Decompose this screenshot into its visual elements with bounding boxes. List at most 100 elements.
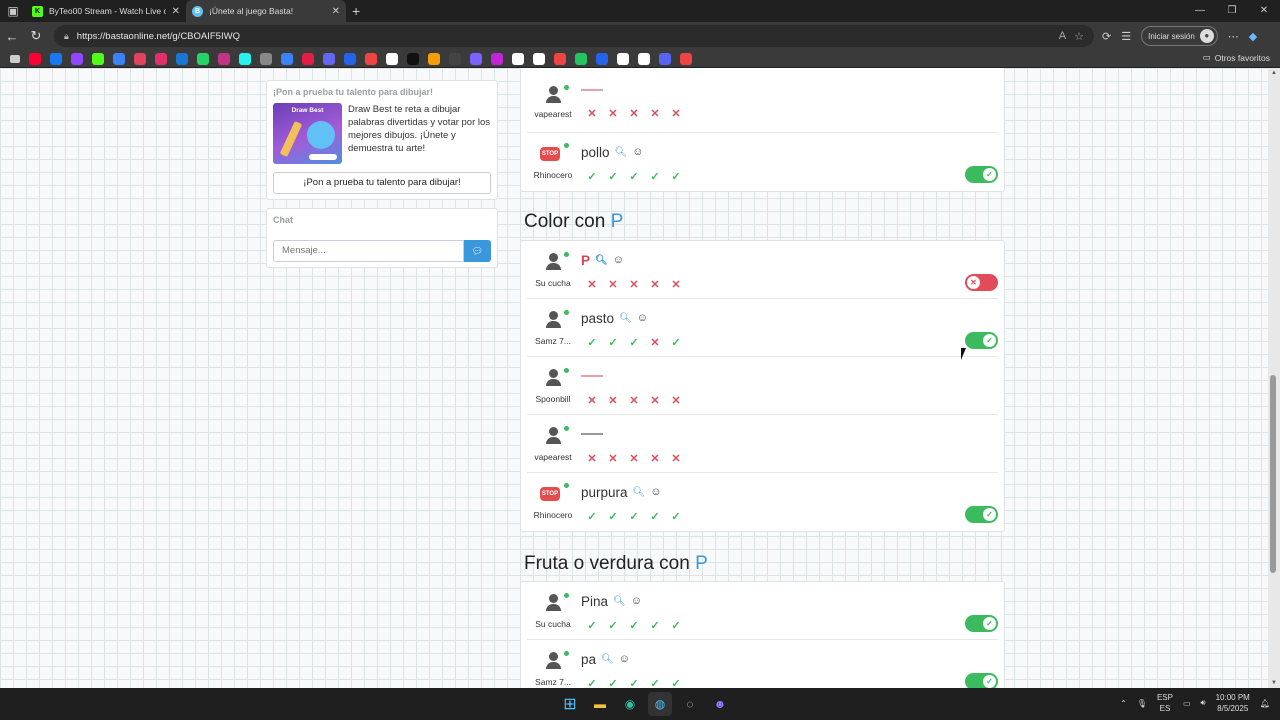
bookmark-icon[interactable] [512, 52, 524, 65]
bookmark-icon[interactable] [491, 52, 503, 65]
bookmark-icon[interactable] [218, 52, 230, 65]
favorites-icon[interactable]: ☰ [1121, 30, 1131, 43]
bookmark-icon[interactable] [407, 52, 419, 65]
bookmark-icon[interactable] [71, 52, 83, 65]
bookmark-icon[interactable] [449, 52, 461, 65]
close-window-icon[interactable]: ✕ [1248, 0, 1280, 22]
more-menu-icon[interactable]: ⋯ [1228, 30, 1239, 43]
close-tab-icon[interactable]: ✕ [172, 6, 180, 17]
react-emoji-icon[interactable]: ☺ [613, 254, 624, 266]
scroll-up-icon[interactable]: ▲ [1268, 70, 1280, 76]
promo-button[interactable]: ¡Pon a prueba tu talento para dibujar! [273, 172, 491, 194]
search-icon[interactable]: 🔍︎ [619, 313, 632, 324]
other-favorites-button[interactable]: ▭ Otros favoritos [1203, 52, 1270, 63]
page-scrollbar[interactable]: ▲ ▼ [1268, 68, 1280, 688]
search-icon[interactable]: 🔍︎ [601, 654, 614, 665]
bookmark-icon[interactable] [323, 52, 335, 65]
bookmark-icon[interactable] [281, 52, 293, 65]
search-icon[interactable]: 🔍︎ [633, 487, 646, 498]
vote-toggle[interactable]: ✓ [965, 506, 998, 523]
notifications-icon[interactable]: 🔔︎ [1260, 699, 1270, 708]
bookmark-icon[interactable] [29, 52, 41, 65]
send-message-button[interactable]: 💬︎ [464, 240, 491, 262]
search-icon[interactable]: 🔍︎ [613, 596, 626, 607]
language-indicator[interactable]: ESP ES [1157, 692, 1173, 714]
bookmark-icon[interactable] [197, 52, 209, 65]
scrollbar-thumb[interactable] [1270, 375, 1276, 573]
bookmark-icon[interactable] [680, 52, 692, 65]
vote-toggle[interactable]: ✓ [965, 332, 998, 349]
bookmark-icon[interactable] [596, 52, 608, 65]
sign-in-button[interactable]: Iniciar sesión ● [1141, 26, 1218, 46]
back-icon[interactable]: ← [0, 29, 24, 44]
bookmark-icon[interactable] [470, 52, 482, 65]
player-name: vapearest [534, 109, 572, 119]
bookmark-icon[interactable] [260, 52, 272, 65]
read-aloud-icon[interactable]: A [1059, 30, 1066, 42]
bookmark-icon[interactable] [638, 52, 650, 65]
start-icon[interactable]: ⊞ [558, 692, 582, 716]
tray-overflow-icon[interactable]: ⌃ [1120, 699, 1127, 708]
react-emoji-icon[interactable]: ☺ [632, 146, 643, 158]
address-field[interactable]: 🔒︎ https://bastaonline.net/g/CBOAIF5IWQ … [54, 25, 1094, 47]
bookmark-icon[interactable] [386, 52, 398, 65]
bookmark-icon[interactable] [659, 52, 671, 65]
bookmark-folder-icon[interactable] [10, 54, 20, 63]
edge-icon[interactable]: ◉ [618, 692, 642, 716]
search-icon[interactable]: 🔍︎ [595, 255, 608, 266]
bookmark-icon[interactable] [113, 52, 125, 65]
microphone-icon[interactable]: 🎙︎ [1137, 699, 1147, 708]
bookmark-icon[interactable] [365, 52, 377, 65]
bookmark-icon[interactable] [92, 52, 104, 65]
volume-icon[interactable]: 🔊︎ [1201, 698, 1206, 708]
vote-toggle[interactable]: ✕ [965, 274, 998, 291]
site-info-icon[interactable]: 🔒︎ [64, 31, 69, 42]
search-icon[interactable]: 🔍︎ [615, 147, 628, 158]
scroll-down-icon[interactable]: ▼ [1268, 680, 1280, 686]
obs-icon[interactable]: ◌ [678, 692, 702, 716]
bookmark-icon[interactable] [50, 52, 62, 65]
favorite-star-icon[interactable]: ☆ [1074, 30, 1084, 43]
user-avatar-icon [544, 426, 569, 446]
bookmark-icon[interactable] [302, 52, 314, 65]
cross-vote-icon: ✕ [587, 108, 597, 120]
new-tab-icon[interactable]: + [352, 3, 360, 19]
vote-toggle[interactable]: ✓ [965, 615, 998, 632]
bookmark-icon[interactable] [554, 52, 566, 65]
tab-basta[interactable]: B ¡Únete al juego Basta! ✕ [186, 0, 346, 22]
network-icon[interactable]: ▭ [1183, 699, 1191, 708]
clock[interactable]: 10:00 PM 8/5/2025 [1216, 692, 1250, 714]
bookmark-icon[interactable] [617, 52, 629, 65]
copilot-icon[interactable]: ◆ [1249, 30, 1257, 43]
cross-vote-icon: ✕ [587, 279, 597, 291]
chat-message-input[interactable] [273, 240, 464, 262]
vote-toggle[interactable]: ✓ [965, 673, 998, 688]
edge-active-icon[interactable]: ◍ [648, 692, 672, 716]
draw-best-image[interactable]: Draw Best [273, 103, 342, 164]
react-emoji-icon[interactable]: ☺ [650, 486, 661, 498]
vote-toggle[interactable]: ✓ [965, 166, 998, 183]
react-emoji-icon[interactable]: ☺ [619, 653, 630, 665]
check-vote-icon: ✓ [650, 171, 660, 183]
bookmark-icon[interactable] [134, 52, 146, 65]
tab-kick[interactable]: K ByTeo00 Stream - Watch Live on K ✕ [26, 0, 186, 22]
maximize-icon[interactable]: ❐ [1216, 0, 1248, 22]
file-explorer-icon[interactable]: ▬ [588, 692, 612, 716]
sign-in-label: Iniciar sesión [1148, 31, 1195, 41]
bookmark-icon[interactable] [575, 52, 587, 65]
minimize-icon[interactable]: — [1184, 0, 1216, 22]
extensions-icon[interactable]: ⟳ [1102, 30, 1111, 43]
react-emoji-icon[interactable]: ☺ [637, 312, 648, 324]
bookmark-icon[interactable] [239, 52, 251, 65]
tab-actions-icon[interactable]: ▣ [0, 0, 26, 22]
react-emoji-icon[interactable]: ☺ [631, 595, 642, 607]
clock-date: 8/5/2025 [1217, 704, 1249, 713]
discord-icon[interactable]: ☻ [708, 692, 732, 716]
reload-icon[interactable]: ↻ [24, 28, 48, 44]
bookmark-icon[interactable] [533, 52, 545, 65]
bookmark-icon[interactable] [428, 52, 440, 65]
bookmark-icon[interactable] [176, 52, 188, 65]
bookmark-icon[interactable] [344, 52, 356, 65]
bookmark-icon[interactable] [155, 52, 167, 65]
close-tab-icon[interactable]: ✕ [332, 6, 340, 17]
